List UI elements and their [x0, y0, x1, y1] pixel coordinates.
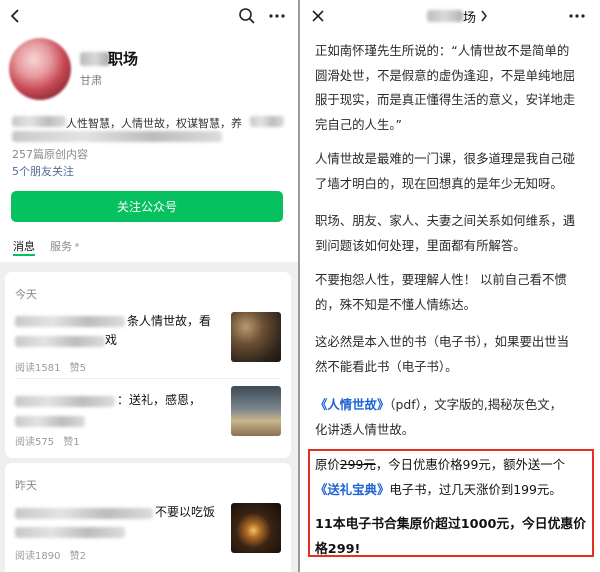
blurred-title	[15, 316, 125, 327]
follow-account-button[interactable]: 关注公众号	[11, 191, 283, 222]
article-title: 不要以吃饭	[155, 505, 216, 519]
read-count: 阅读1890	[15, 551, 61, 562]
text-fragment: （pdf），文字版的,揭秘灰色文，	[389, 397, 563, 412]
text-fragment: 原价	[315, 457, 340, 472]
article-paragraph-3: 职场、朋友、家人、夫妻之间关系如何维系，遇 到问题该如何处理，里面都有所解答。	[315, 209, 593, 258]
close-icon[interactable]	[311, 9, 325, 23]
article-paragraph-2: 人情世故是最难的一门课，很多道理是我自己碰 了墙才明白的，现在回想真的是年少无知…	[315, 147, 593, 196]
promo-price-paragraph: 原价299元，今日优惠价格99元，额外送一个 《送礼宝典》电子书，过几天涨价到1…	[315, 453, 591, 502]
more-options-icon[interactable]	[268, 7, 286, 25]
text-line: 这必然是本入世的书（电子书），如果要出世当	[315, 334, 570, 349]
blurred-title	[15, 527, 125, 538]
text-line: 《送礼宝典》电子书，过几天涨价到199元。	[315, 478, 591, 503]
article-title: 条人情世故，看	[127, 314, 212, 328]
article-account-title[interactable]: 场	[463, 7, 476, 26]
article-paragraph-6: 《人情世故》（pdf），文字版的,揭秘灰色文， 化讲透人情世故。	[315, 393, 593, 442]
message-feed: 今天 条人情世故，看 戏 阅读1581 赞5 ：送礼，感恩， 阅读575 赞1 …	[0, 262, 298, 572]
text-line: 到问题该如何处理，里面都有所解答。	[315, 237, 526, 253]
active-tab-indicator	[13, 254, 35, 256]
text-line: 然不能看此书（电子书）。	[315, 358, 458, 374]
text-line: 了墙才明白的，现在回想真的是年少无知呀。	[315, 175, 563, 191]
article-thumbnail[interactable]	[231, 386, 281, 436]
blurred-account-name	[427, 10, 463, 22]
article-paragraph-1: 正如南怀瑾先生所说的：“人情世故不是简单的 圆滑处世，不是假意的虚伪逢迎，不是单…	[315, 39, 593, 137]
blurred-title	[15, 508, 153, 519]
account-avatar[interactable]	[9, 38, 71, 100]
text-line: 圆滑处世，不是假意的虚伪逢迎，不是单纯地屈	[315, 67, 576, 83]
article-stats: 阅读1581 赞5	[15, 359, 86, 374]
blurred-title	[15, 396, 115, 407]
day-label: 昨天	[15, 479, 37, 492]
account-region: 甘肃	[80, 74, 102, 87]
tab-messages[interactable]: 消息	[13, 238, 35, 254]
read-count: 阅读1581	[15, 363, 61, 374]
blurred-description-end	[250, 116, 284, 127]
blurred-name-prefix	[80, 52, 110, 66]
text-line: 正如南怀瑾先生所说的：“人情世故不是简单的	[315, 43, 570, 58]
text-line: 《人情世故》（pdf），文字版的,揭秘灰色文，	[315, 393, 593, 418]
article-title: ：送礼，感恩，	[117, 393, 202, 407]
back-arrow-icon[interactable]	[8, 8, 24, 24]
text-line: 化讲透人情世故。	[315, 421, 415, 437]
profile-topbar	[0, 0, 298, 32]
friends-following-link[interactable]: 5个朋友关注	[12, 163, 74, 179]
blurred-description-line2	[12, 131, 222, 142]
feed-group-today: 今天 条人情世故，看 戏 阅读1581 赞5 ：送礼，感恩， 阅读575 赞1	[5, 272, 291, 458]
like-count: 赞1	[63, 437, 80, 448]
article-thumbnail[interactable]	[231, 503, 281, 553]
blurred-description-start	[12, 116, 66, 127]
book-title-link[interactable]: 《人情世故》	[315, 397, 389, 412]
chevron-right-icon[interactable]	[480, 10, 488, 22]
text-line: 职场、朋友、家人、夫妻之间关系如何维系，遇	[315, 213, 576, 228]
text-fragment: 电子书，过几天涨价到199元。	[389, 481, 562, 497]
account-name[interactable]: 职场	[108, 48, 138, 69]
article-stats: 阅读575 赞1	[15, 433, 80, 448]
text-line: 不要抱怨人性，要理解人性！ 以前自己看不惯	[315, 272, 567, 287]
tab-services[interactable]: 服务	[50, 238, 72, 254]
day-label: 今天	[15, 288, 37, 301]
blurred-title	[15, 416, 85, 427]
text-line: 格299!	[315, 541, 361, 557]
promo-bundle-paragraph: 11本电子书合集原价超过1000元，今日优惠价 格299!	[315, 513, 591, 562]
article-paragraph-4: 不要抱怨人性，要理解人性！ 以前自己看不惯 的，殊不知是不懂人情练达。	[315, 268, 593, 317]
like-count: 赞2	[69, 551, 87, 562]
text-line: 人情世故是最难的一门课，很多道理是我自己碰	[315, 151, 576, 166]
text-line: 的，殊不知是不懂人情练达。	[315, 296, 477, 312]
services-dropdown-icon	[75, 243, 79, 247]
more-options-icon[interactable]	[568, 7, 586, 25]
article-thumbnail[interactable]	[231, 312, 281, 362]
text-line: 完自己的人生。”	[315, 116, 402, 132]
account-description: 人性智慧，人情世故，权谋智慧，养	[66, 117, 242, 130]
search-icon[interactable]	[238, 7, 256, 25]
article-paragraph-5: 这必然是本入世的书（电子书），如果要出世当 然不能看此书（电子书）。	[315, 330, 593, 379]
gift-book-link[interactable]: 《送礼宝典》	[315, 482, 389, 497]
text-line: 11本电子书合集原价超过1000元，今日优惠价	[315, 517, 586, 532]
text-fragment: ，今日优惠价格99元，额外送一个	[375, 457, 566, 472]
divider	[15, 378, 281, 379]
article-stats: 阅读1890 赞2	[15, 547, 86, 562]
feed-group-yesterday: 昨天 不要以吃饭 阅读1890 赞2	[5, 463, 291, 572]
text-line: 原价299元，今日优惠价格99元，额外送一个	[315, 453, 591, 478]
text-line: 服于现实，而是真正懂得生活的意义，安详地走	[315, 92, 576, 107]
read-count: 阅读575	[15, 437, 55, 448]
like-count: 赞5	[69, 363, 87, 374]
original-price: 299元	[339, 457, 376, 472]
account-profile-panel: 职场 甘肃 人性智慧，人情世故，权谋智慧，养 257篇原创内容 5个朋友关注 关…	[0, 0, 298, 572]
blurred-title	[15, 336, 105, 347]
original-content-count: 257篇原创内容	[12, 148, 88, 161]
article-title-line2: 戏	[105, 333, 118, 347]
